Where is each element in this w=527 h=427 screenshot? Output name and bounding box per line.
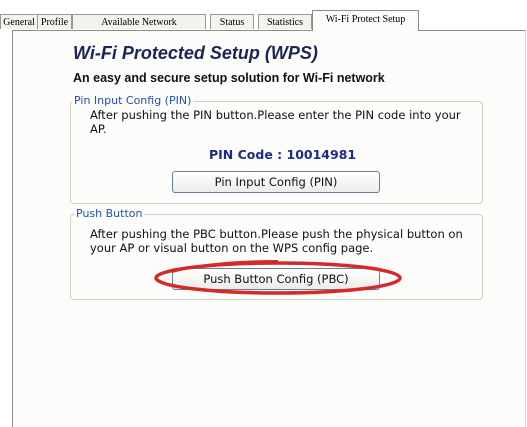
push-button-group-legend: Push Button: [74, 207, 145, 220]
pin-input-config-button[interactable]: Pin Input Config (PIN): [172, 171, 380, 193]
page-title: Wi-Fi Protected Setup (WPS): [73, 43, 318, 63]
pin-instructions-line1: After pushing the PIN button.Please ente…: [90, 108, 461, 122]
tab-bar: General Profile Available Network Status…: [0, 10, 527, 31]
tab-wifi-protect-setup[interactable]: Wi-Fi Protect Setup: [312, 10, 419, 31]
tab-available-network[interactable]: Available Network: [72, 14, 206, 29]
tab-status[interactable]: Status: [210, 14, 254, 29]
pbc-instructions-line2: your AP or visual button on the WPS conf…: [90, 241, 374, 255]
pbc-instructions-line1: After pushing the PBC button.Please push…: [90, 227, 463, 241]
push-button-config-button[interactable]: Push Button Config (PBC): [172, 268, 380, 290]
tab-profile[interactable]: Profile: [37, 14, 72, 29]
tab-statistics[interactable]: Statistics: [258, 14, 312, 29]
pin-code-value: PIN Code : 10014981: [209, 147, 357, 162]
page-subtitle: An easy and secure setup solution for Wi…: [73, 71, 385, 85]
pin-instructions-line2: AP.: [90, 122, 107, 136]
pin-group-legend: Pin Input Config (PIN): [72, 94, 194, 107]
tab-general[interactable]: General: [0, 14, 38, 29]
